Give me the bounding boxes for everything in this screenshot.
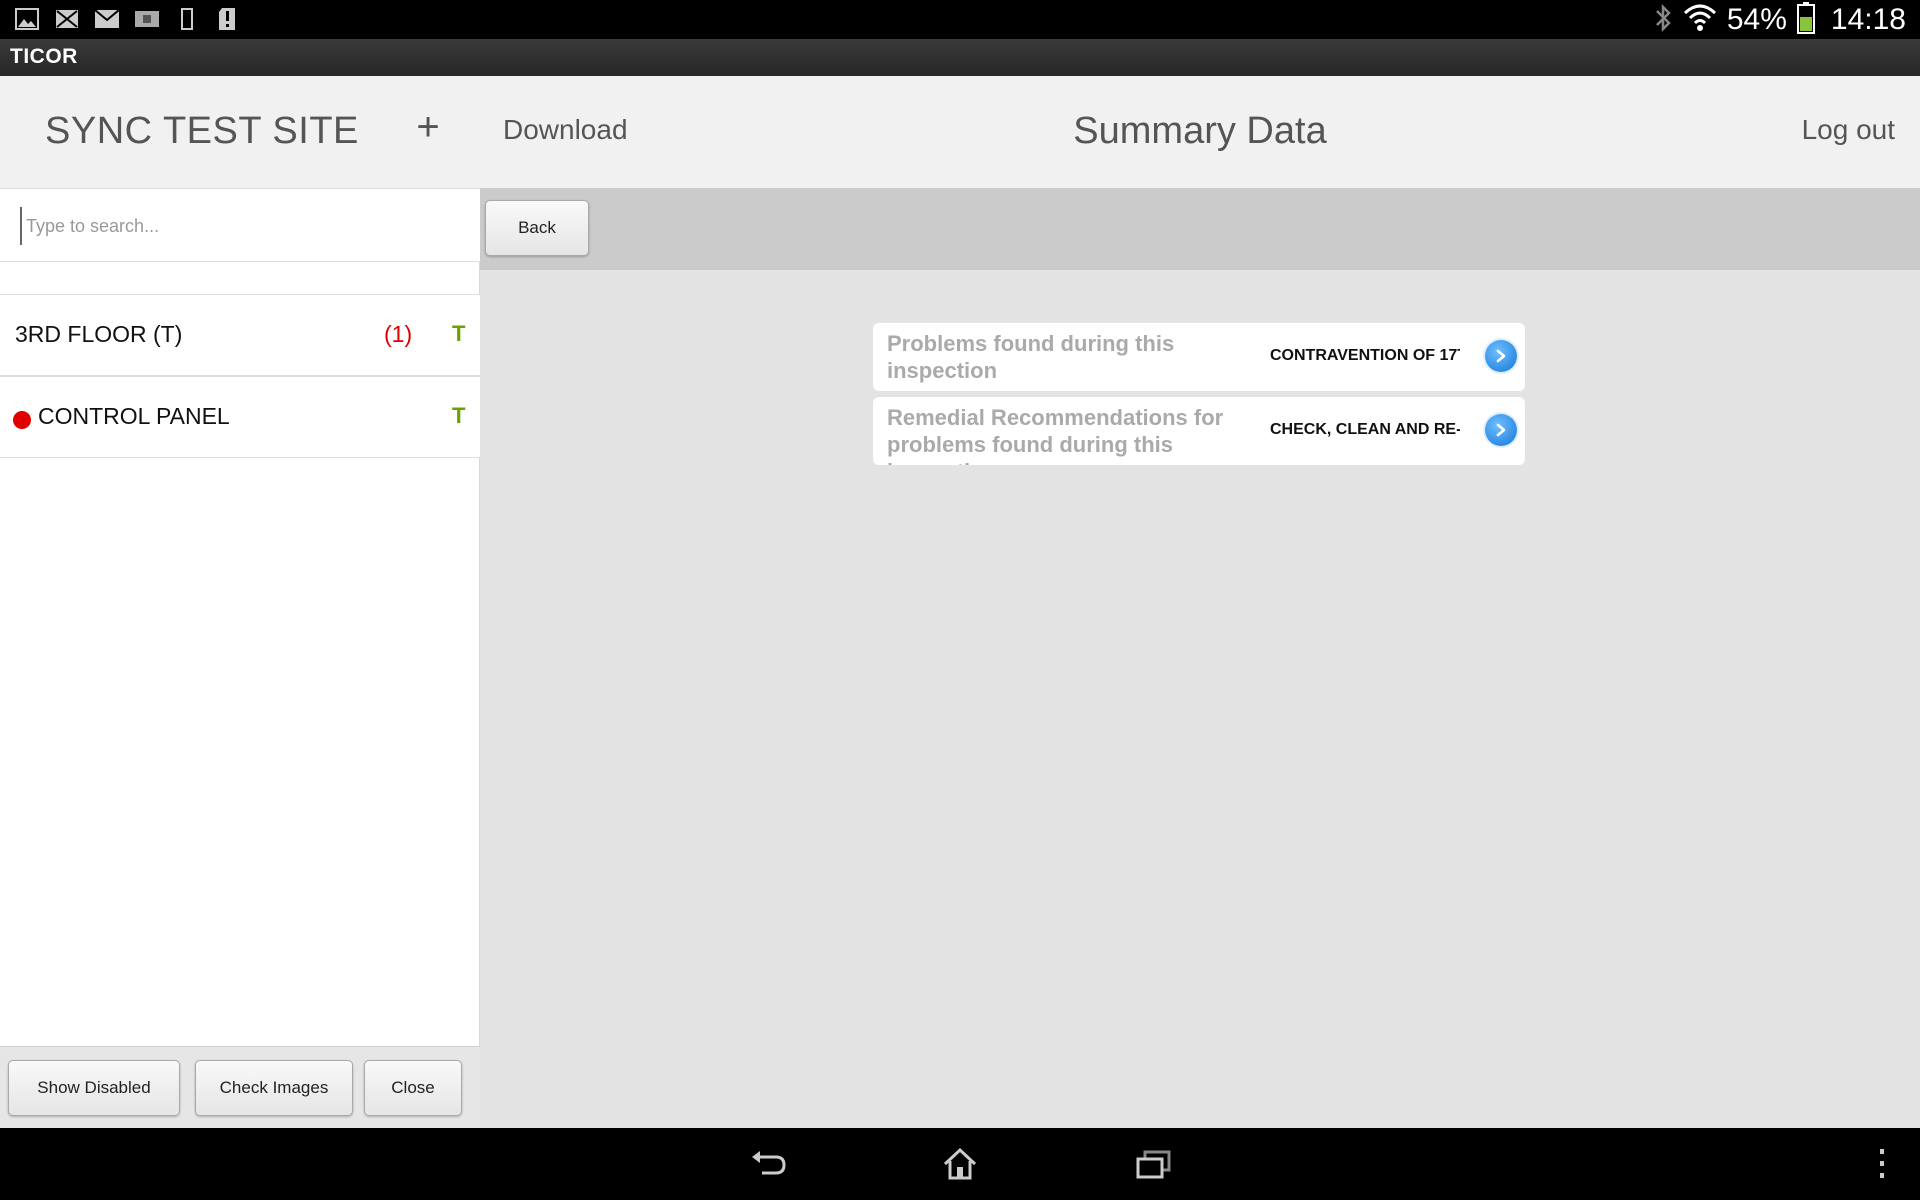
list-item-label: 3RD FLOOR (T) [15, 321, 183, 347]
summary-label: Problems found during this inspection [887, 331, 1175, 383]
clock: 14:18 [1830, 3, 1906, 36]
recent-apps-icon[interactable] [1133, 1144, 1173, 1184]
show-disabled-button[interactable]: Show Disabled [8, 1060, 180, 1116]
tablet-icon [174, 6, 200, 32]
sidebar-footer: Show Disabled Check Images Close [0, 1046, 480, 1128]
home-nav-icon[interactable] [940, 1144, 980, 1184]
sd-card-icon [134, 6, 160, 32]
battery-icon [1796, 1, 1815, 39]
email-icon [94, 6, 120, 32]
chevron-right-icon[interactable] [1485, 414, 1517, 446]
list-item-label: CONTROL PANEL [38, 403, 230, 429]
back-button[interactable]: Back [485, 200, 589, 256]
list-item-3rd-floor[interactable]: 3RD FLOOR (T) (1) T [0, 294, 480, 376]
sidebar: SYNC TEST SITE + 3RD FLOOR (T) (1) T CON… [0, 76, 480, 1128]
check-images-button[interactable]: Check Images [195, 1060, 353, 1116]
battery-percent: 54% [1726, 3, 1787, 36]
status-bar: 54% 14:18 [0, 0, 1920, 39]
wifi-icon [1683, 3, 1717, 38]
status-flag: T [452, 321, 466, 346]
bluetooth-icon [1653, 3, 1673, 38]
image-icon [14, 6, 40, 32]
search-input[interactable] [20, 207, 460, 245]
download-button[interactable]: Download [503, 114, 628, 146]
problem-count-badge: (1) [384, 321, 413, 347]
sidebar-header: SYNC TEST SITE + [0, 76, 480, 188]
search-bar [0, 188, 480, 262]
summary-row-recommendations[interactable]: Remedial Recommendations for problems fo… [873, 397, 1525, 465]
missed-call-icon [54, 6, 80, 32]
main-panel: Summary Data Download Log out Back Probl… [480, 76, 1920, 1128]
list-item-control-panel[interactable]: CONTROL PANEL T [0, 376, 480, 458]
app-window: 54% 14:18 TICOR SYNC TEST SITE + 3RD FLO… [0, 0, 1920, 1200]
summary-value: CHECK, CLEAN AND RE-MAKE [1270, 421, 1460, 438]
logout-button[interactable]: Log out [1802, 114, 1895, 146]
summary-row-problems[interactable]: Problems found during this inspection CO… [873, 323, 1525, 391]
main-toolbar: Back [480, 188, 1920, 270]
page-title: Summary Data [1073, 110, 1327, 152]
overflow-menu-icon[interactable] [1862, 1144, 1902, 1184]
alert-dot-icon [13, 411, 31, 429]
sd-card-alert-icon [214, 6, 240, 32]
summary-label: Remedial Recommendations for problems fo… [887, 405, 1224, 465]
add-button[interactable]: + [408, 102, 448, 152]
system-indicators: 54% 14:18 [1653, 1, 1906, 39]
chevron-right-icon[interactable] [1485, 340, 1517, 372]
app-title-bar: TICOR [0, 39, 1920, 76]
app-title: TICOR [10, 45, 78, 68]
notification-icons [14, 6, 240, 32]
back-nav-icon[interactable] [748, 1144, 788, 1184]
summary-value: CONTRAVENTION OF 17TH [1270, 347, 1460, 364]
navigation-bar [0, 1128, 1920, 1200]
main-header: Summary Data Download Log out [480, 76, 1920, 188]
site-title: SYNC TEST SITE [45, 110, 359, 152]
status-flag: T [452, 403, 466, 428]
close-button[interactable]: Close [364, 1060, 462, 1116]
